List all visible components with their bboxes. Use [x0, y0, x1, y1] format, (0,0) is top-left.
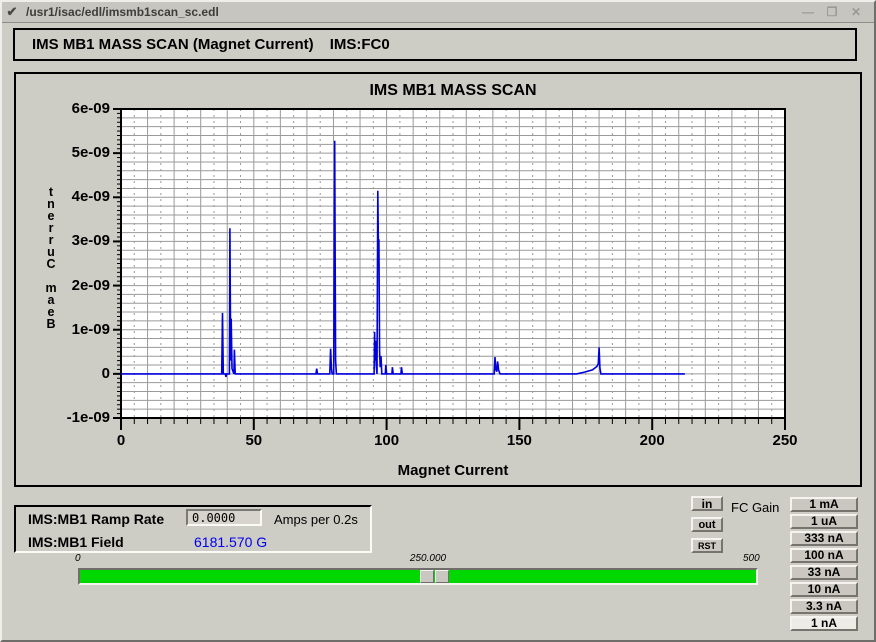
field-value: 6181.570 G — [194, 534, 267, 550]
x-tick-label: 200 — [622, 432, 682, 449]
field-label: IMS:MB1 Field — [28, 534, 124, 550]
slider-thumb-right[interactable] — [435, 570, 449, 583]
fc-in-button[interactable]: in — [691, 496, 723, 511]
y-tick-label: 4e-09 — [16, 188, 110, 206]
plot-area — [121, 109, 785, 418]
ramp-rate-label: IMS:MB1 Ramp Rate — [28, 511, 164, 527]
fc-gain-button-100-na[interactable]: 100 nA — [790, 548, 858, 563]
y-tick-label: 3e-09 — [16, 232, 110, 250]
ramp-rate-input[interactable] — [186, 509, 262, 526]
ramp-rate-units: Amps per 0.2s — [274, 512, 358, 527]
fc-out-button[interactable]: out — [691, 517, 723, 532]
ramp-panel: IMS:MB1 Ramp Rate Amps per 0.2s IMS:MB1 … — [14, 505, 372, 553]
magnet-current-slider[interactable] — [78, 568, 758, 585]
maximize-icon[interactable]: ❐ — [824, 5, 840, 19]
faraday-cup-name: IMS:FC0 — [330, 36, 390, 53]
x-tick-label: 50 — [224, 432, 284, 449]
y-tick-label: 1e-09 — [16, 321, 110, 339]
x-axis-title: Magnet Current — [121, 462, 785, 479]
minimize-icon[interactable]: — — [800, 5, 816, 19]
titlebar[interactable]: ✔ /usr1/isac/edl/imsmb1scan_sc.edl — ❐ ✕ — [2, 2, 874, 23]
window-menu-icon[interactable]: ✔ — [2, 4, 22, 20]
slider-min-label: 0 — [75, 553, 81, 564]
header-panel: IMS MB1 MASS SCAN (Magnet Current) IMS:F… — [13, 28, 857, 61]
window-title: /usr1/isac/edl/imsmb1scan_sc.edl — [26, 5, 800, 19]
slider-value-label: 250.000 — [400, 553, 456, 564]
fc-gain-button-1-na[interactable]: 1 nA — [790, 616, 858, 631]
x-tick-label: 150 — [489, 432, 549, 449]
slider-max-label: 500 — [743, 553, 760, 564]
page-title: IMS MB1 MASS SCAN (Magnet Current) — [32, 36, 314, 53]
fc-gain-button-1-ma[interactable]: 1 mA — [790, 497, 858, 512]
mass-scan-chart: IMS MB1 MASS SCAN tnerruC maeB Magnet Cu… — [14, 72, 862, 487]
fc-gain-button-33-na[interactable]: 33 nA — [790, 565, 858, 580]
y-tick-label: 2e-09 — [16, 277, 110, 295]
x-tick-label: 100 — [357, 432, 417, 449]
fc-gain-button-333-na[interactable]: 333 nA — [790, 531, 858, 546]
plot-border — [121, 109, 785, 418]
fc-gain-label: FC Gain — [731, 500, 779, 515]
x-tick-label: 0 — [91, 432, 151, 449]
fc-gain-button-1-ua[interactable]: 1 uA — [790, 514, 858, 529]
close-icon[interactable]: ✕ — [848, 5, 864, 19]
y-tick-label: -1e-09 — [16, 409, 110, 427]
x-tick-label: 250 — [755, 432, 815, 449]
fc-reset-button[interactable]: RST — [691, 538, 723, 553]
y-axis-title: tnerruC maeB — [40, 186, 62, 330]
slider-thumb[interactable] — [420, 570, 450, 583]
y-tick-label: 5e-09 — [16, 144, 110, 162]
chart-title: IMS MB1 MASS SCAN — [121, 82, 785, 100]
y-tick-label: 0 — [16, 365, 110, 383]
slider-thumb-left[interactable] — [420, 570, 434, 583]
fc-gain-button-3.3-na[interactable]: 3.3 nA — [790, 599, 858, 614]
y-tick-label: 6e-09 — [16, 100, 110, 118]
fc-gain-button-10-na[interactable]: 10 nA — [790, 582, 858, 597]
